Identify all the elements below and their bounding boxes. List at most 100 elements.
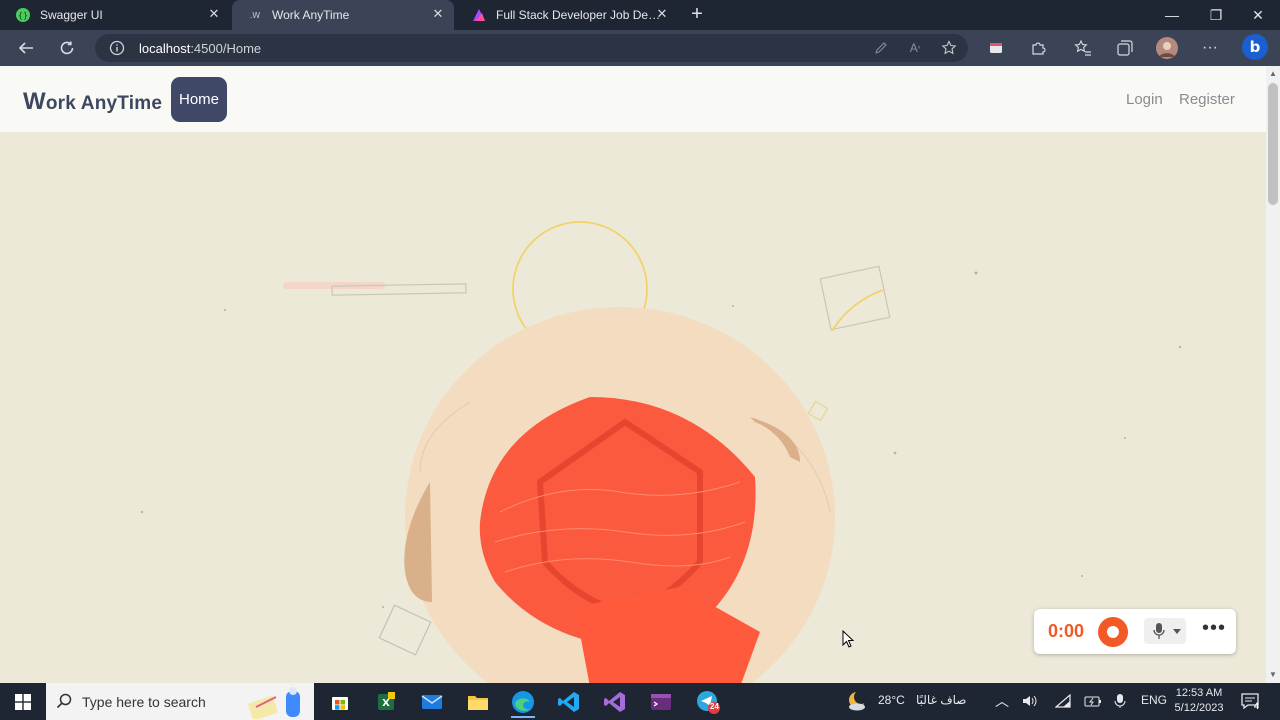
microphone-toggle[interactable] (1144, 618, 1186, 644)
svg-text:{}: {} (18, 11, 28, 20)
taskbar-file-explorer[interactable] (458, 686, 498, 718)
collections-icon[interactable] (1113, 36, 1137, 60)
windows-start-button[interactable] (0, 683, 46, 720)
close-icon[interactable]: ✕ (654, 6, 670, 22)
window-close-icon[interactable]: ✕ (1236, 0, 1280, 30)
profile-avatar[interactable] (1155, 36, 1179, 60)
hero-illustration (140, 221, 1182, 683)
microsoft-store-icon (332, 697, 348, 710)
clock-date: 5/12/2023 (1174, 702, 1224, 714)
pen-icon[interactable] (869, 36, 893, 60)
tab-title: Work AnyTime (272, 8, 350, 22)
address-bar[interactable]: localhost:4500/Home Aⁿ (95, 34, 968, 62)
notification-center-button[interactable]: 4 (1240, 691, 1262, 713)
small-diamond-decoration (807, 400, 829, 422)
weather-temperature[interactable]: 28°C (878, 693, 905, 707)
record-button[interactable] (1098, 617, 1128, 647)
svg-text:.W: .W (250, 11, 261, 20)
taskbar-visual-studio-app[interactable] (595, 686, 635, 718)
weather-description[interactable]: صاف غالبًا (916, 693, 966, 707)
url-text: localhost:4500/Home (139, 41, 262, 56)
weather-moon-icon (849, 691, 868, 711)
work-anytime-favicon-icon: .W (250, 11, 261, 20)
new-tab-button[interactable]: + (686, 4, 708, 26)
back-arrow-icon[interactable] (14, 36, 38, 60)
windows-taskbar: Type here to search X 24 28°C صاف غالبًا… (0, 683, 1280, 720)
wifi-icon[interactable] (1055, 694, 1071, 708)
taskbar-search-box[interactable]: Type here to search (46, 683, 314, 720)
mail-icon (421, 695, 443, 709)
battery-charging-icon[interactable] (1084, 694, 1102, 708)
vscode-icon (558, 692, 579, 712)
taskbar-vscode-app[interactable] (549, 686, 589, 718)
taskbar-terminal-app[interactable] (641, 686, 681, 718)
more-options-icon[interactable]: ··· (1198, 36, 1222, 60)
swagger-icon: {} (16, 8, 30, 22)
recording-timer: 0:00 (1048, 621, 1085, 641)
nav-register-link[interactable]: Register (1179, 91, 1235, 108)
scroll-up-arrow-icon[interactable]: ▲ (1266, 68, 1280, 80)
microphone-icon (1153, 623, 1165, 639)
recorder-more-button[interactable]: ••• (1200, 618, 1228, 643)
tab-title: Swagger UI (40, 8, 103, 22)
edge-browser-icon (512, 691, 534, 713)
search-placeholder: Type here to search (82, 694, 206, 710)
taskbar-edge-app[interactable] (503, 686, 543, 718)
minimize-icon[interactable]: — (1150, 0, 1194, 30)
calendar-extension-icon[interactable] (984, 36, 1008, 60)
triangle-logo-icon (473, 9, 485, 21)
clock-time: 12:53 AM (1175, 687, 1223, 699)
square-decoration (819, 265, 891, 331)
bing-copilot-icon[interactable]: b (1242, 34, 1268, 60)
scroll-thumb[interactable] (1268, 83, 1278, 205)
scroll-down-arrow-icon[interactable]: ▼ (1266, 669, 1280, 681)
read-aloud-icon[interactable]: Aⁿ (903, 36, 927, 60)
mouse-cursor-icon (842, 630, 854, 648)
browser-toolbar: localhost:4500/Home Aⁿ ··· b (0, 30, 1280, 66)
outline-bar-decoration (331, 283, 467, 296)
terminal-icon (651, 694, 671, 710)
close-icon[interactable]: ✕ (206, 6, 222, 22)
browser-tab-strip: {} Swagger UI ✕ .W Work AnyTime ✕ Full S… (0, 0, 1280, 30)
search-icon (56, 693, 72, 709)
taskbar-excel-app[interactable]: X (366, 686, 406, 718)
bottom-square-decoration (378, 604, 432, 656)
tab-work-anytime[interactable]: .W Work AnyTime ✕ (232, 0, 454, 30)
speaker-icon[interactable] (1022, 694, 1038, 708)
windows-logo-icon (15, 693, 31, 710)
tab-swagger-ui[interactable]: {} Swagger UI ✕ (0, 0, 230, 30)
nav-home-button[interactable]: Home (171, 77, 227, 122)
microphone-in-use-icon[interactable] (1114, 693, 1126, 709)
chevron-down-icon[interactable] (1173, 629, 1181, 635)
web-page: Work AnyTime Home Login Register (0, 66, 1266, 683)
site-logo[interactable]: Work AnyTime (23, 88, 162, 116)
arc-decoration (831, 289, 884, 332)
taskbar-store-app[interactable] (320, 686, 360, 718)
close-icon[interactable]: ✕ (430, 6, 446, 22)
input-language[interactable]: ENG (1141, 693, 1167, 707)
refresh-icon[interactable] (55, 36, 79, 60)
restore-icon[interactable]: ❐ (1194, 0, 1238, 30)
search-highlight-illustration-icon (248, 687, 300, 719)
svg-text:b: b (1250, 38, 1261, 56)
show-hidden-icons-icon[interactable]: ︿ (995, 691, 1009, 711)
svg-text:X: X (382, 698, 390, 709)
page-scrollbar[interactable]: ▲ ▼ (1266, 66, 1280, 683)
favorites-icon[interactable] (1071, 36, 1095, 60)
notification-badge: 24 (710, 702, 719, 711)
spreadsheet-icon: X (378, 692, 395, 710)
info-icon[interactable] (109, 40, 125, 61)
system-clock[interactable]: 12:53 AM 5/12/2023 (1168, 686, 1230, 716)
taskbar-mail-app[interactable] (412, 686, 452, 718)
folder-icon (468, 696, 488, 710)
notification-count: 4 (1254, 701, 1260, 711)
site-navbar: Work AnyTime Home Login Register (0, 66, 1266, 132)
nav-login-link[interactable]: Login (1126, 91, 1163, 108)
tab-title: Full Stack Developer Job Description (496, 8, 666, 22)
favorite-add-icon[interactable] (937, 36, 961, 60)
tab-job-description[interactable]: Full Stack Developer Job Description ✕ (456, 0, 678, 30)
taskbar-telegram-app[interactable]: 24 (688, 686, 728, 718)
screen-recorder-widget: 0:00 ••• (1034, 609, 1236, 654)
extensions-puzzle-icon[interactable] (1026, 36, 1050, 60)
visual-studio-icon (604, 692, 625, 712)
